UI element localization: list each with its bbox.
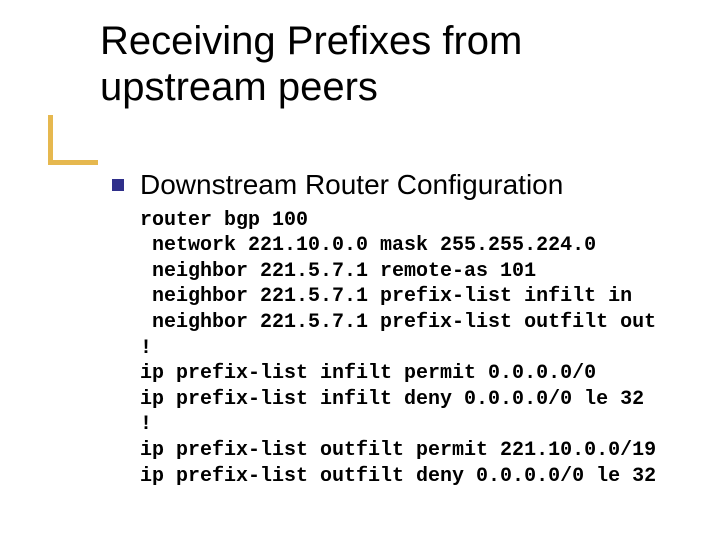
bullet-row: Downstream Router Configuration (112, 168, 692, 202)
square-bullet-icon (112, 179, 124, 191)
accent-horizontal (48, 160, 98, 165)
slide-body: Downstream Router Configuration router b… (112, 168, 692, 489)
slide: Receiving Prefixes from upstream peers D… (0, 0, 720, 540)
accent-vertical (48, 115, 53, 165)
code-block: router bgp 100 network 221.10.0.0 mask 2… (140, 208, 692, 490)
bullet-text: Downstream Router Configuration (140, 168, 563, 202)
slide-title: Receiving Prefixes from upstream peers (100, 18, 680, 110)
